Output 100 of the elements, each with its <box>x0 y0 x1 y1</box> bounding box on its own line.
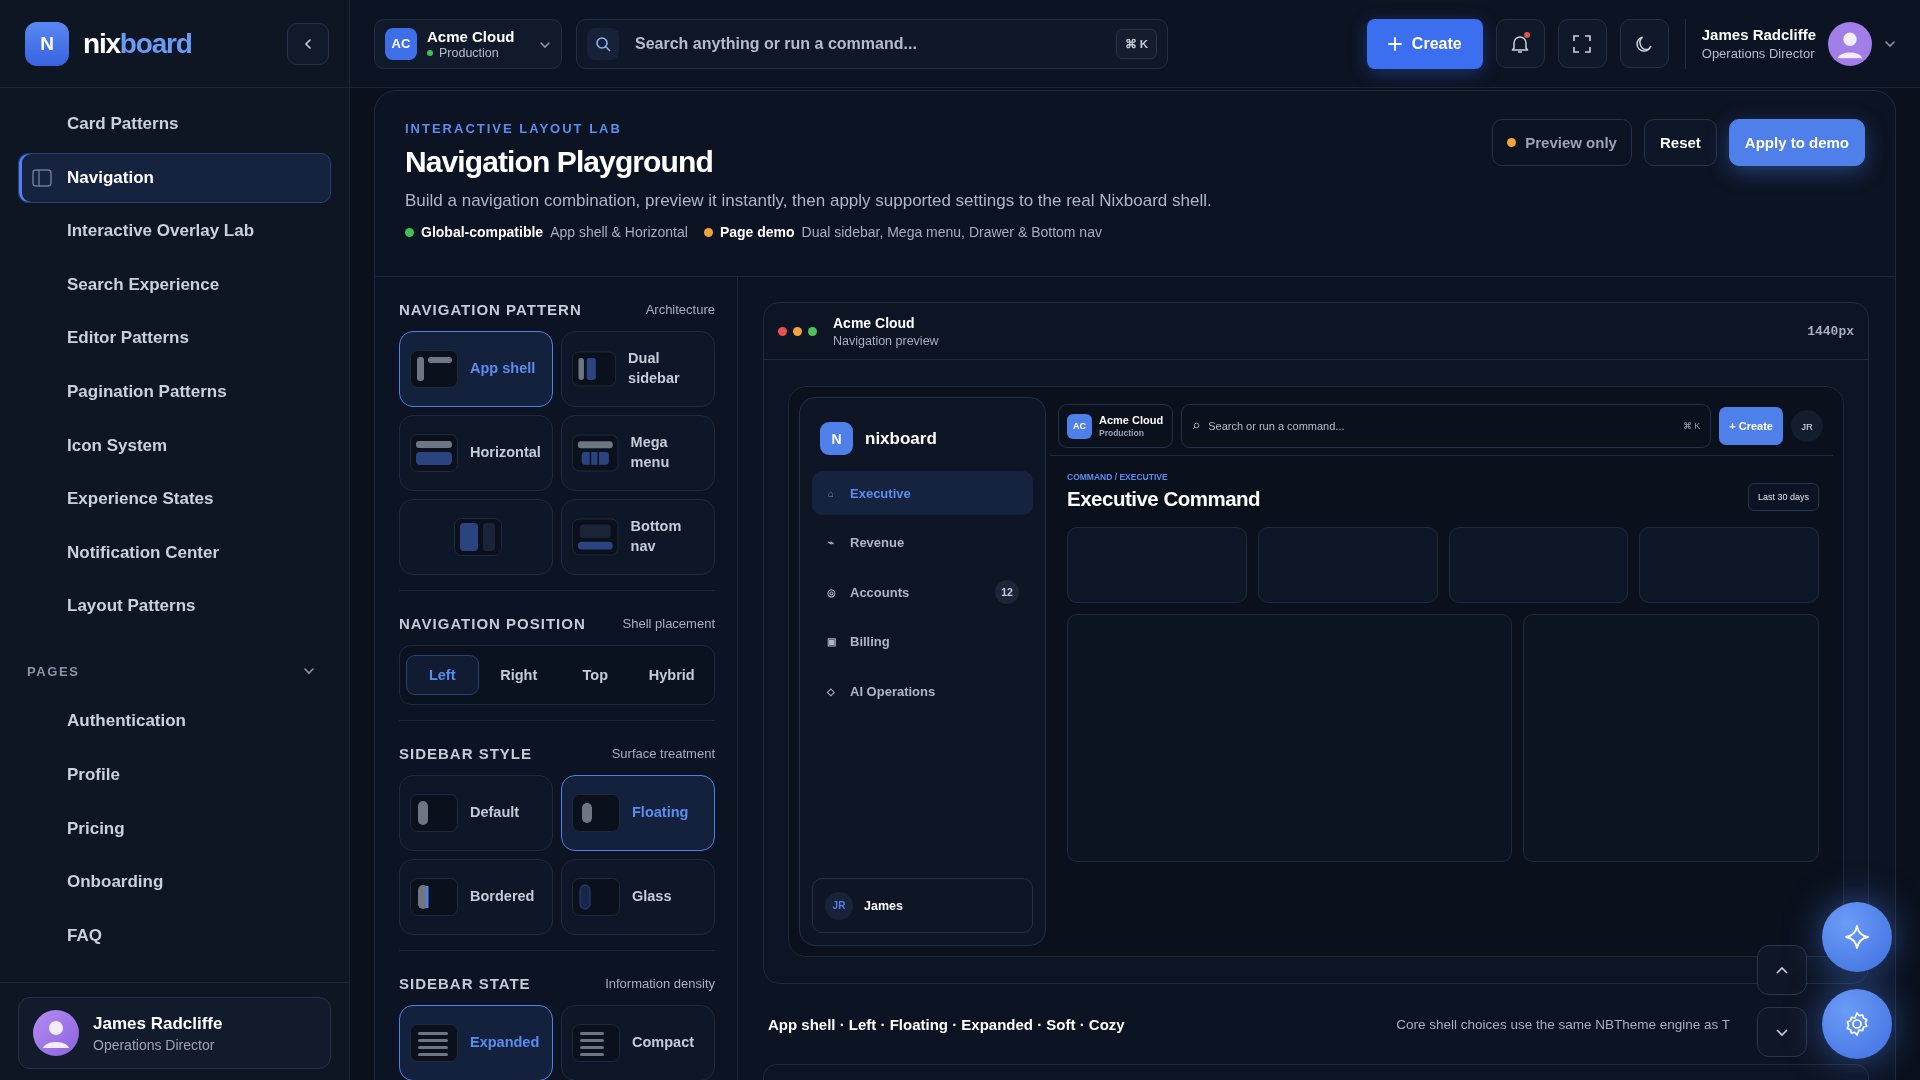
chevron-down-icon <box>1884 39 1896 48</box>
preview-nav-item[interactable]: ▣ Billing <box>812 619 1033 664</box>
sidebar-item[interactable]: Card Patterns <box>18 99 331 149</box>
shortcut-hint: ⌘ K <box>1115 28 1157 59</box>
sidebar-item[interactable]: Interactive Overlay Lab <box>18 206 331 257</box>
sidebar-item[interactable]: Navigation <box>18 152 331 203</box>
nav-label: Executive <box>850 485 911 501</box>
workspace-name: Acme Cloud <box>427 27 515 45</box>
sidebar-item[interactable]: Search Experience <box>18 259 331 310</box>
tag-text: Dual sidebar, Mega menu, Drawer & Bottom nav <box>801 224 1102 240</box>
page-heading: Executive Command <box>1067 487 1261 511</box>
date-range-button[interactable]: Last 30 days <box>1747 483 1819 511</box>
sidebar-item[interactable]: Layout Patterns <box>18 581 331 632</box>
count-badge: 12 <box>995 580 1019 604</box>
user-name: James Radcliffe <box>1701 26 1816 43</box>
section-title: PAGES <box>27 663 80 679</box>
option-card[interactable]: Mega menu <box>561 415 715 491</box>
status-dot <box>427 49 433 56</box>
preview-nav-item[interactable]: ⌂ Executive <box>812 471 1033 515</box>
chevron-left-icon <box>304 37 312 50</box>
plus-icon <box>1387 36 1402 51</box>
nav-icon: ⌂ <box>826 487 836 499</box>
workspace-name: Acme Cloud <box>1099 414 1164 426</box>
preview-status: Preview only <box>1492 119 1632 166</box>
workspace-badge: AC <box>385 27 417 60</box>
section-title: NAVIGATION POSITION <box>399 614 586 632</box>
preview-user-card[interactable]: JR James <box>812 878 1033 933</box>
theme-button[interactable] <box>1619 19 1669 68</box>
sidebar-item[interactable]: Editor Patterns <box>18 313 331 364</box>
page-description: Build a navigation combination, preview it instantly, then apply supported settings to the real Nixboard shell. <box>405 191 1212 211</box>
sidebar-item[interactable]: Profile <box>18 749 331 800</box>
option-card[interactable]: Bordered <box>399 859 553 935</box>
reset-button[interactable]: Reset <box>1643 119 1717 166</box>
segment-tab[interactable]: Right <box>482 655 555 695</box>
mega-layout-icon <box>572 434 619 472</box>
logo-badge: N <box>820 422 853 455</box>
sidebar-item[interactable]: Onboarding <box>18 857 331 908</box>
sidebar-item[interactable]: FAQ <box>18 910 331 961</box>
workspace-switcher[interactable]: AC Acme Cloud Production <box>374 18 562 69</box>
bell-icon <box>1511 33 1530 54</box>
preview-nav-item[interactable]: ⌁ Revenue <box>812 520 1033 565</box>
nav-label: Accounts <box>850 584 910 600</box>
option-card[interactable]: Expanded <box>399 1005 553 1080</box>
compact-layout-icon <box>572 1024 620 1062</box>
drawer-layout-icon <box>454 518 502 556</box>
section-title: SIDEBAR STATE <box>399 974 531 992</box>
apply-button[interactable]: Apply to demo <box>1728 119 1865 166</box>
bottom-layout-icon <box>572 518 619 556</box>
breadcrumb: COMMAND / EXECUTIVE <box>1067 472 1169 482</box>
search-placeholder: Search or run a command... <box>1208 420 1345 432</box>
notifications-button[interactable] <box>1495 19 1545 68</box>
sparkle-icon <box>1844 924 1870 950</box>
horizontal-layout-icon <box>410 434 458 472</box>
user-role: Operations Director <box>1701 46 1816 61</box>
section-subtitle: Surface treatment <box>611 745 715 761</box>
segment-tab[interactable]: Top <box>559 655 632 695</box>
nav-icon: ◎ <box>826 586 836 598</box>
profile-card[interactable]: James Radcliffe Operations Director <box>18 997 331 1069</box>
segment-tab[interactable]: Left <box>406 655 479 695</box>
create-button[interactable]: Create <box>1366 18 1483 69</box>
shortcut-hint: ⌘ K <box>1683 421 1701 431</box>
sidebar-item[interactable]: Notification Center <box>18 527 331 578</box>
option-card[interactable]: Bottom nav <box>561 499 715 575</box>
logo-badge: N <box>25 21 69 66</box>
search-icon <box>595 35 611 52</box>
option-card[interactable]: Floating <box>561 775 715 851</box>
preview-nav-item[interactable]: ◇ AI Operations <box>812 669 1033 713</box>
brand-name: nixboard <box>83 27 192 60</box>
option-card[interactable]: Glass <box>561 859 715 935</box>
user-avatar[interactable]: JR <box>1791 410 1823 442</box>
preview-nav-item[interactable]: ◎ Accounts 12 <box>812 570 1033 614</box>
segment-tab[interactable]: Hybrid <box>635 655 708 695</box>
search-icon <box>1192 422 1201 430</box>
option-card[interactable]: Compact <box>561 1005 715 1080</box>
fullscreen-button[interactable] <box>1557 19 1607 68</box>
section-subtitle: Architecture <box>645 301 715 317</box>
search-input[interactable]: Search anything or run a command... <box>633 33 1116 54</box>
sidebar-item[interactable]: Experience States <box>18 474 331 525</box>
search-field[interactable]: Search or run a command... ⌘ K <box>1181 404 1712 448</box>
avatar-icon[interactable] <box>1828 21 1872 66</box>
expanded-layout-icon <box>410 1024 458 1062</box>
window-dot <box>808 326 817 336</box>
viewport-width: 1440px <box>1807 323 1854 339</box>
footer-note: Core shell choices use the same NBTheme engine as T <box>1396 1016 1730 1032</box>
option-card[interactable]: Dual sidebar <box>561 331 715 407</box>
workspace-switcher[interactable]: AC Acme Cloud Production <box>1058 404 1174 448</box>
sidebar-item[interactable]: Pagination Patterns <box>18 366 331 417</box>
tag-label: Page demo <box>719 224 795 240</box>
create-button[interactable]: + Create <box>1719 407 1783 445</box>
option-card[interactable]: Default <box>399 775 553 851</box>
user-name: James Radcliffe <box>93 1013 223 1034</box>
window-dot <box>778 326 787 336</box>
search-field[interactable]: Search anything or run a command... ⌘ K <box>576 18 1168 69</box>
bordered-layout-icon <box>410 878 458 916</box>
option-card[interactable]: App shell <box>399 331 553 407</box>
option-card[interactable]: Horizontal <box>399 415 553 491</box>
sidebar-item[interactable]: Authentication <box>18 696 331 747</box>
nav-icon: ◇ <box>826 685 836 697</box>
sidebar-item[interactable]: Pricing <box>18 803 331 854</box>
sidebar-item[interactable]: Icon System <box>18 420 331 471</box>
